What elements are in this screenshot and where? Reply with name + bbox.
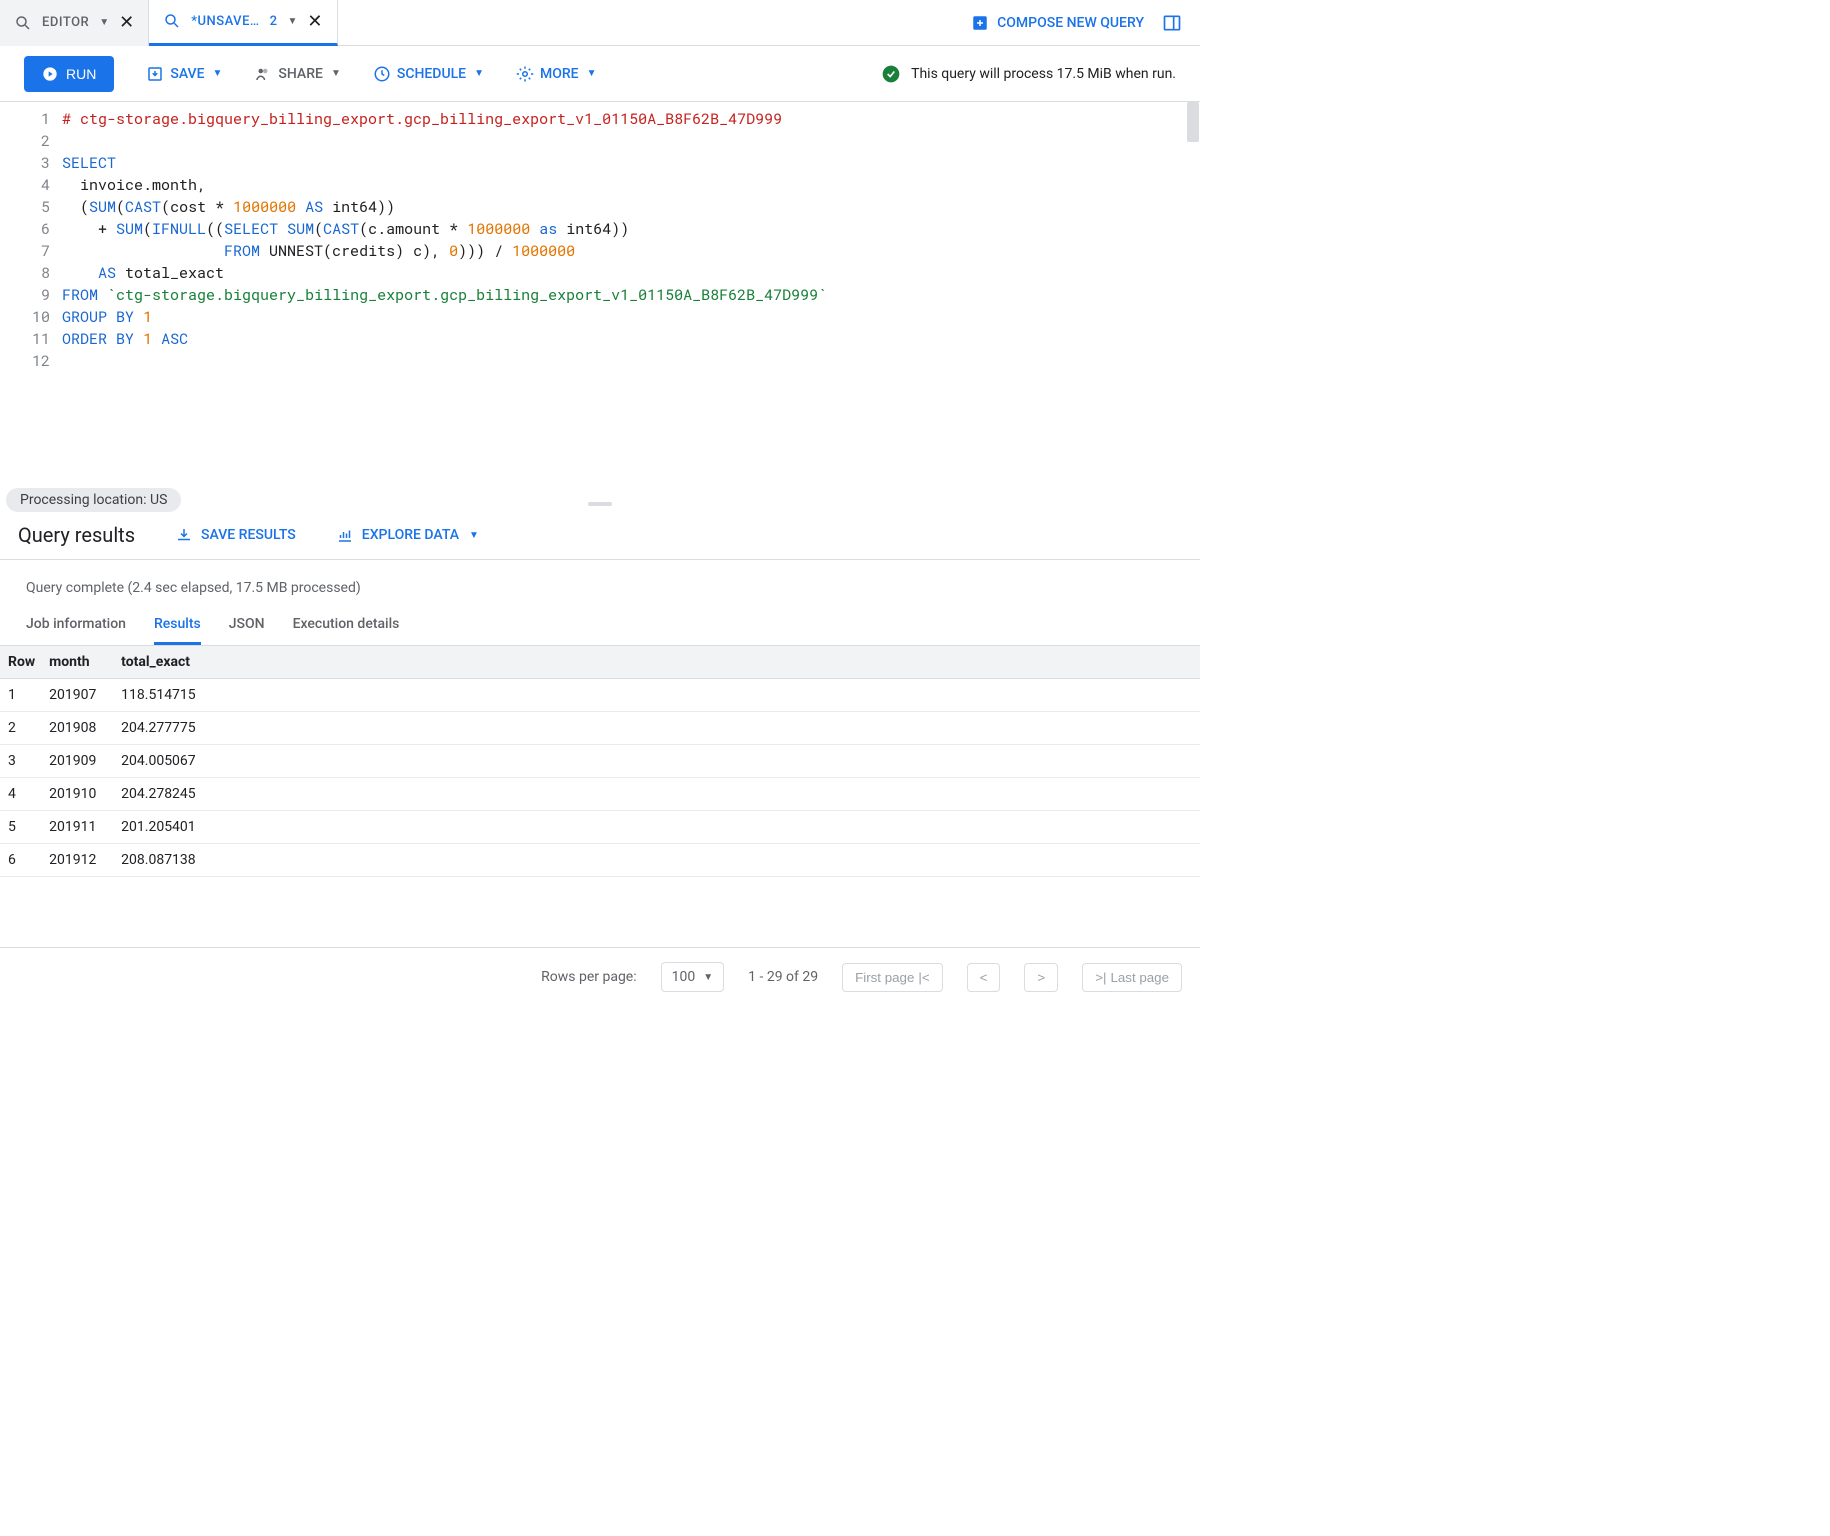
table-row[interactable]: 3201909204.005067: [0, 745, 1200, 778]
line-gutter: 123456789101112: [0, 102, 62, 497]
processing-location-chip: Processing location: US: [6, 488, 181, 512]
compose-new-query-button[interactable]: COMPOSE NEW QUERY: [971, 14, 1144, 32]
editor-scrollbar[interactable]: [1186, 102, 1200, 497]
code-area[interactable]: # ctg-storage.bigquery_billing_export.gc…: [62, 102, 1200, 497]
run-button[interactable]: RUN: [24, 56, 114, 92]
query-complete-text: Query complete (2.4 sec elapsed, 17.5 MB…: [0, 560, 1200, 606]
column-header: Row: [0, 646, 49, 679]
code-line[interactable]: # ctg-storage.bigquery_billing_export.gc…: [62, 108, 1200, 130]
query-icon: [163, 12, 181, 30]
chevron-right-icon: >: [1037, 970, 1045, 985]
column-header: month: [49, 646, 121, 679]
chevron-left-icon: <: [980, 970, 988, 985]
check-circle-icon: [881, 64, 901, 84]
chevron-down-icon: ▼: [474, 68, 484, 79]
compose-label: COMPOSE NEW QUERY: [997, 15, 1144, 31]
column-header: total_exact: [121, 646, 1200, 679]
gear-icon: [516, 65, 534, 83]
rows-per-page-label: Rows per page:: [541, 969, 636, 985]
chevron-down-icon: ▼: [331, 68, 341, 79]
save-icon: [146, 65, 164, 83]
share-icon: [254, 65, 272, 83]
result-tab-job-information[interactable]: Job information: [26, 606, 126, 645]
chevron-down-icon: ▼: [703, 972, 713, 983]
explore-data-button[interactable]: EXPLORE DATA ▼: [336, 526, 479, 544]
last-page-icon: >|: [1095, 970, 1106, 985]
results-title: Query results: [18, 523, 135, 547]
schedule-button[interactable]: SCHEDULE ▼: [373, 65, 484, 83]
chevron-down-icon[interactable]: ▼: [99, 17, 109, 28]
close-icon[interactable]: ✕: [307, 11, 322, 32]
more-button[interactable]: MORE ▼: [516, 65, 597, 83]
plus-icon: [971, 14, 989, 32]
clock-icon: [373, 65, 391, 83]
code-line[interactable]: [62, 130, 1200, 152]
query-toolbar: RUN SAVE ▼ SHARE ▼ SCHEDULE ▼ MORE ▼ Thi…: [0, 46, 1200, 102]
editor-tabs-bar: EDITOR ▼ ✕ *UNSAVE… 2 ▼ ✕ COMPOSE NEW QU…: [0, 0, 1200, 46]
code-line[interactable]: invoice.month,: [62, 174, 1200, 196]
tab-editor[interactable]: EDITOR ▼ ✕: [0, 0, 149, 46]
code-line[interactable]: [62, 350, 1200, 372]
result-tabs: Job information Results JSON Execution deta…: [0, 606, 1200, 646]
chevron-down-icon: ▼: [587, 68, 597, 79]
last-page-button[interactable]: >| Last page: [1082, 963, 1182, 992]
first-page-button[interactable]: First page |<: [842, 963, 943, 992]
tab-label: *UNSAVE…: [191, 14, 259, 29]
run-label: RUN: [66, 66, 96, 82]
results-header: Query results SAVE RESULTS EXPLORE DATA …: [0, 511, 1200, 560]
table-row[interactable]: 6201912208.087138: [0, 844, 1200, 877]
share-button[interactable]: SHARE ▼: [254, 65, 340, 83]
query-icon: [14, 14, 32, 32]
panel-icon[interactable]: [1162, 13, 1182, 33]
chevron-down-icon: ▼: [212, 68, 222, 79]
table-row[interactable]: 4201910204.278245: [0, 778, 1200, 811]
tab-badge: 2: [270, 14, 278, 29]
first-page-icon: |<: [918, 970, 929, 985]
code-line[interactable]: AS total_exact: [62, 262, 1200, 284]
chevron-down-icon[interactable]: ▼: [288, 16, 298, 27]
code-line[interactable]: FROM UNNEST(credits) c), 0))) / 1000000: [62, 240, 1200, 262]
code-line[interactable]: GROUP BY 1: [62, 306, 1200, 328]
close-icon[interactable]: ✕: [119, 12, 134, 33]
chart-icon: [336, 526, 354, 544]
prev-page-button[interactable]: <: [967, 963, 1001, 992]
result-tab-execution-details[interactable]: Execution details: [293, 606, 400, 645]
next-page-button[interactable]: >: [1024, 963, 1058, 992]
result-tab-json[interactable]: JSON: [229, 606, 265, 645]
code-line[interactable]: ORDER BY 1 ASC: [62, 328, 1200, 350]
table-row[interactable]: 2201908204.277775: [0, 712, 1200, 745]
rows-per-page-select[interactable]: 100 ▼: [661, 962, 725, 992]
tab-unsaved[interactable]: *UNSAVE… 2 ▼ ✕: [149, 0, 337, 46]
page-range: 1 - 29 of 29: [748, 969, 818, 985]
paginator: Rows per page: 100 ▼ 1 - 29 of 29 First …: [0, 947, 1200, 1006]
query-status: This query will process 17.5 MiB when ru…: [881, 64, 1176, 84]
save-button[interactable]: SAVE ▼: [146, 65, 222, 83]
download-icon: [175, 526, 193, 544]
sql-editor[interactable]: 123456789101112 # ctg-storage.bigquery_b…: [0, 102, 1200, 497]
chevron-down-icon: ▼: [469, 530, 479, 541]
table-row[interactable]: 1201907118.514715: [0, 679, 1200, 712]
result-tab-results[interactable]: Results: [154, 606, 201, 645]
tab-label: EDITOR: [42, 15, 89, 30]
code-line[interactable]: SELECT: [62, 152, 1200, 174]
save-results-button[interactable]: SAVE RESULTS: [175, 526, 296, 544]
play-icon: [42, 66, 58, 82]
code-line[interactable]: (SUM(CAST(cost * 1000000 AS int64)): [62, 196, 1200, 218]
status-text: This query will process 17.5 MiB when ru…: [911, 66, 1176, 82]
table-row[interactable]: 5201911201.205401: [0, 811, 1200, 844]
code-line[interactable]: FROM `ctg-storage.bigquery_billing_expor…: [62, 284, 1200, 306]
results-table: Rowmonthtotal_exact 1201907118.514715220…: [0, 646, 1200, 877]
code-line[interactable]: + SUM(IFNULL((SELECT SUM(CAST(c.amount *…: [62, 218, 1200, 240]
